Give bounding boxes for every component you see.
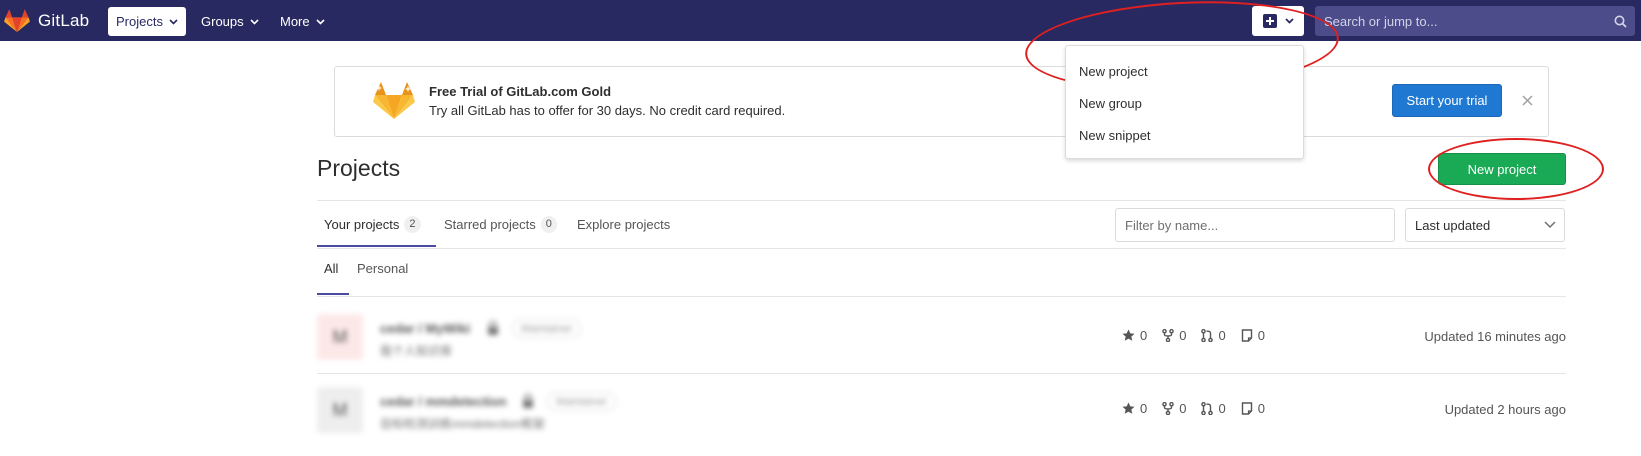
- subtab-all[interactable]: All: [324, 261, 338, 276]
- merge-request-icon: [1201, 329, 1214, 342]
- search-box[interactable]: [1315, 6, 1635, 36]
- tab-label: Starred projects: [444, 216, 536, 232]
- sort-selected-label: Last updated: [1415, 217, 1491, 233]
- search-input[interactable]: [1315, 6, 1605, 36]
- stars-count[interactable]: 0: [1122, 401, 1147, 416]
- tab-label: Explore projects: [577, 216, 671, 232]
- gitlab-home-link[interactable]: GitLab: [4, 7, 89, 34]
- gitlab-gold-logo-icon: [373, 82, 415, 119]
- merge-requests-value: 0: [1218, 401, 1226, 416]
- issues-count[interactable]: 0: [1241, 328, 1265, 343]
- chevron-down-icon: [1284, 18, 1294, 24]
- tab-label: Your projects: [324, 216, 400, 232]
- tabs-divider: [317, 248, 1566, 249]
- active-subtab-indicator: [317, 293, 349, 295]
- new-item-dropdown-menu: New project New group New snippet: [1065, 45, 1304, 159]
- project-name-link[interactable]: cedar / MyWiki: [380, 321, 470, 336]
- active-tab-indicator: [317, 245, 436, 247]
- project-avatar[interactable]: M: [317, 387, 363, 433]
- tab-your-projects[interactable]: Your projects 2: [324, 213, 421, 235]
- merge-requests-value: 0: [1218, 328, 1226, 343]
- menu-item-new-group[interactable]: New group: [1066, 87, 1303, 119]
- top-navbar: GitLab Projects Groups More: [0, 0, 1641, 41]
- close-icon[interactable]: [1514, 87, 1540, 113]
- nav-projects-dropdown[interactable]: Projects: [108, 7, 186, 36]
- issues-value: 0: [1257, 401, 1265, 416]
- stars-count[interactable]: 0: [1122, 328, 1147, 343]
- fork-icon: [1162, 329, 1175, 342]
- gold-trial-banner: Free Trial of GitLab.com Gold Try all Gi…: [334, 66, 1549, 137]
- project-description: 我个人知识库: [380, 344, 453, 358]
- role-badge: Maintainer: [512, 319, 582, 338]
- new-item-dropdown-button[interactable]: [1252, 6, 1304, 36]
- menu-item-new-snippet[interactable]: New snippet: [1066, 119, 1303, 151]
- start-trial-button[interactable]: Start your trial: [1392, 84, 1502, 117]
- menu-item-new-project[interactable]: New project: [1066, 55, 1303, 87]
- issues-icon: [1241, 329, 1252, 342]
- project-row[interactable]: M cedar / mmdetection Maintainer 目标检测训练m…: [317, 387, 1566, 456]
- subtab-personal[interactable]: Personal: [357, 261, 408, 276]
- forks-value: 0: [1179, 401, 1187, 416]
- brand-name: GitLab: [38, 10, 90, 30]
- filter-by-name-input[interactable]: [1115, 208, 1395, 242]
- role-badge: Maintainer: [547, 392, 617, 411]
- count-badge: 0: [540, 215, 557, 233]
- stars-value: 0: [1140, 328, 1148, 343]
- nav-groups-dropdown[interactable]: Groups: [193, 7, 267, 36]
- forks-count[interactable]: 0: [1162, 401, 1186, 416]
- nav-more-dropdown[interactable]: More: [272, 7, 333, 36]
- gitlab-logo-icon: [4, 8, 30, 32]
- header-divider: [317, 200, 1566, 201]
- lock-icon: [523, 393, 533, 408]
- new-project-button[interactable]: New project: [1438, 153, 1566, 185]
- forks-value: 0: [1179, 328, 1187, 343]
- star-icon: [1122, 329, 1135, 341]
- banner-text: Try all GitLab has to offer for 30 days.…: [429, 103, 786, 118]
- project-name-link[interactable]: cedar / mmdetection: [380, 394, 506, 409]
- tab-starred-projects[interactable]: Starred projects 0: [444, 213, 557, 235]
- nav-groups-label: Groups: [201, 14, 244, 29]
- merge-request-icon: [1201, 402, 1214, 415]
- fork-icon: [1162, 402, 1175, 415]
- banner-title: Free Trial of GitLab.com Gold: [429, 84, 612, 99]
- issues-icon: [1241, 402, 1252, 415]
- project-updated-time: Updated 16 minutes ago: [1424, 329, 1566, 344]
- nav-projects-label: Projects: [116, 14, 163, 29]
- issues-value: 0: [1257, 328, 1265, 343]
- chevron-down-icon: [1544, 221, 1556, 229]
- chevron-down-icon: [316, 18, 325, 25]
- nav-more-label: More: [280, 14, 310, 29]
- page-title: Projects: [317, 155, 401, 181]
- issues-count[interactable]: 0: [1241, 401, 1265, 416]
- chevron-down-icon: [250, 18, 259, 25]
- merge-requests-count[interactable]: 0: [1201, 401, 1226, 416]
- stars-value: 0: [1140, 401, 1148, 416]
- sort-dropdown[interactable]: Last updated: [1405, 208, 1565, 242]
- project-stats: 0 0 0 0: [1122, 401, 1280, 416]
- chevron-down-icon: [169, 18, 178, 25]
- project-row[interactable]: M cedar / MyWiki Maintainer 我个人知识库 0 0 0…: [317, 314, 1566, 386]
- project-avatar[interactable]: M: [317, 314, 363, 360]
- subtabs-divider: [317, 296, 1566, 297]
- tab-explore-projects[interactable]: Explore projects: [577, 213, 670, 235]
- plus-square-icon: [1262, 14, 1277, 28]
- merge-requests-count[interactable]: 0: [1201, 328, 1226, 343]
- count-badge: 2: [404, 215, 421, 233]
- forks-count[interactable]: 0: [1162, 328, 1186, 343]
- lock-icon: [488, 320, 498, 335]
- project-updated-time: Updated 2 hours ago: [1444, 402, 1566, 417]
- search-icon[interactable]: [1605, 15, 1635, 28]
- row-divider: [317, 373, 1566, 374]
- project-stats: 0 0 0 0: [1122, 328, 1280, 343]
- star-icon: [1122, 402, 1135, 414]
- project-description: 目标检测训练mmdetection框架: [380, 417, 545, 431]
